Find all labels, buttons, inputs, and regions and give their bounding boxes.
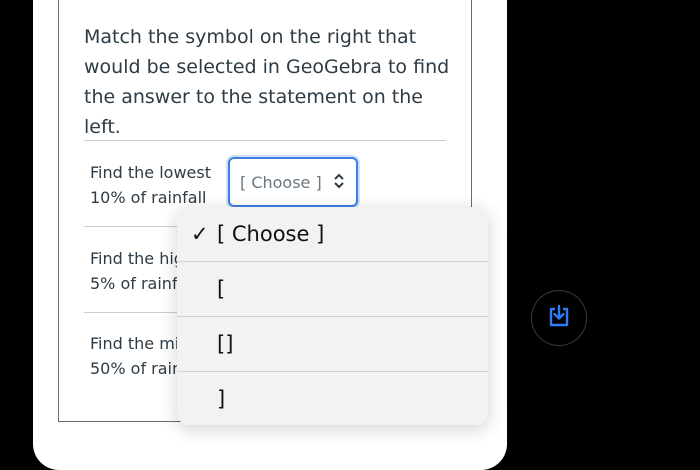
dropdown-option-open-bracket[interactable]: [ [177,262,488,316]
dropdown-option-close-bracket[interactable]: ] [177,372,488,425]
divider [84,140,446,141]
download-tray-icon [546,303,572,333]
option-label: [ [217,277,226,301]
select-value: [ Choose ] [240,172,322,192]
dropdown-option-choose[interactable]: ✓ [ Choose ] [177,207,488,261]
row-2-label: Find the hig 5% of rainfa [90,246,177,296]
select-dropdown-menu: ✓ [ Choose ] [ [] ] [177,207,488,425]
row-1-select[interactable]: [ Choose ] [228,157,358,207]
row-3-label-line1: Find the mi [90,334,177,353]
checkmark-icon: ✓ [191,222,209,246]
question-prompt: Match the symbol on the right that would… [84,26,450,138]
dropdown-option-brackets[interactable]: [] [177,317,488,371]
up-down-chevron-icon [332,173,346,193]
row-1-label: Find the lowest 10% of rainfall [90,160,220,210]
download-button[interactable] [531,290,587,346]
row-3-label: Find the mi 50% of rain [90,331,177,381]
option-label: [] [217,332,234,356]
option-label: [ Choose ] [217,222,325,246]
row-2-label-line2: 5% of rainfa [90,274,177,293]
option-label: ] [217,387,226,411]
row-3-label-line2: 50% of rain [90,359,177,378]
row-1-label-line1: Find the lowest [90,163,211,182]
row-2-label-line1: Find the hig [90,249,177,268]
